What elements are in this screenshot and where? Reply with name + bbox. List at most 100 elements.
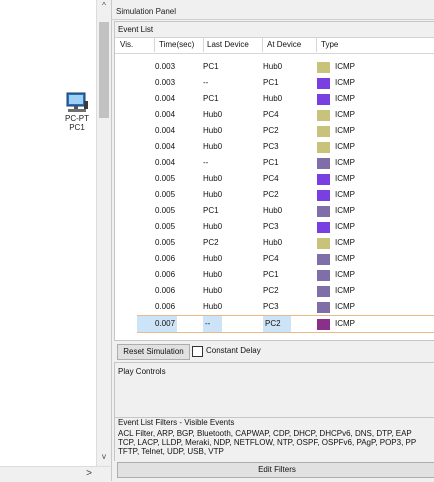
table-row[interactable]: 0.004 PC1 Hub0 ICMP: [137, 91, 434, 107]
checkbox-box[interactable]: [192, 346, 203, 357]
cell-time: 0.003: [155, 78, 176, 87]
table-row[interactable]: 0.003 -- PC1 ICMP: [137, 75, 434, 91]
cell-type: ICMP: [335, 62, 355, 71]
table-row[interactable]: 0.004 Hub0 PC4 ICMP: [137, 107, 434, 123]
cell-type: ICMP: [335, 254, 355, 263]
filters-text-line: ACL Filter, ARP, BGP, Bluetooth, CAPWAP,…: [118, 429, 412, 438]
filters-title: Event List Filters - Visible Events: [118, 418, 235, 427]
table-row[interactable]: 0.005 Hub0 PC4 ICMP: [137, 171, 434, 187]
reset-simulation-button[interactable]: Reset Simulation: [117, 344, 190, 360]
cell-type: ICMP: [335, 126, 355, 135]
workspace-vertical-scrollbar[interactable]: ^ v: [96, 0, 111, 466]
table-row[interactable]: 0.005 PC1 Hub0 ICMP: [137, 203, 434, 219]
workspace-horizontal-scrollbar[interactable]: >: [0, 466, 110, 482]
column-header-type[interactable]: Type: [321, 38, 338, 52]
type-color-swatch: [317, 110, 330, 121]
table-row[interactable]: 0.006 Hub0 PC1 ICMP: [137, 267, 434, 283]
table-row[interactable]: 0.006 Hub0 PC4 ICMP: [137, 251, 434, 267]
cell-last-device: Hub0: [203, 110, 223, 119]
type-color-swatch: [317, 222, 330, 233]
cell-last-device: --: [203, 316, 223, 332]
column-header-last-device[interactable]: Last Device: [207, 38, 249, 52]
column-header-vis[interactable]: Vis.: [120, 38, 133, 52]
table-row[interactable]: 0.004 -- PC1 ICMP: [137, 155, 434, 171]
type-color-swatch: [317, 62, 330, 73]
table-row[interactable]: 0.006 Hub0 PC2 ICMP: [137, 283, 434, 299]
logical-workspace[interactable]: PC-PT PC1: [0, 0, 96, 466]
cell-type: ICMP: [335, 206, 355, 215]
cell-last-device: Hub0: [203, 270, 223, 279]
cell-type: ICMP: [335, 78, 355, 87]
simulation-panel: Simulation Panel Event List Vis. Time(se…: [111, 0, 434, 481]
table-row[interactable]: 0.005 Hub0 PC3 ICMP: [137, 219, 434, 235]
cell-last-device: Hub0: [203, 286, 223, 295]
type-color-swatch: [317, 142, 330, 153]
scrollbar-thumb[interactable]: [99, 22, 109, 118]
cell-last-device: PC1: [203, 62, 219, 71]
type-color-swatch: [317, 286, 330, 297]
cell-at-device: PC3: [263, 222, 279, 231]
scroll-down-arrow-icon[interactable]: v: [97, 452, 111, 461]
cell-at-device: PC1: [263, 78, 279, 87]
column-header-at-device[interactable]: At Device: [267, 38, 301, 52]
cell-at-device: PC1: [263, 158, 279, 167]
cell-last-device: Hub0: [203, 190, 223, 199]
cell-time: 0.006: [155, 302, 176, 311]
event-list: Event List Vis. Time(sec) Last Device At…: [114, 21, 434, 341]
cell-at-device: Hub0: [263, 206, 283, 215]
cell-time: 0.006: [155, 286, 176, 295]
type-color-swatch: [317, 206, 330, 217]
cell-type: ICMP: [335, 302, 355, 311]
device-pc1[interactable]: PC-PT PC1: [57, 92, 97, 132]
cell-time: 0.004: [155, 110, 176, 119]
table-row[interactable]: 0.004 Hub0 PC2 ICMP: [137, 123, 434, 139]
cell-at-device: PC1: [263, 270, 279, 279]
event-list-filters: Event List Filters - Visible Events ACL …: [114, 418, 434, 461]
cell-last-device: --: [203, 158, 209, 167]
cell-time: 0.005: [155, 206, 176, 215]
type-color-swatch: [317, 254, 330, 265]
device-type-label: PC-PT: [65, 114, 89, 123]
divider: [115, 53, 434, 54]
table-row[interactable]: 0.003 PC1 Hub0 ICMP: [137, 59, 434, 75]
cell-type: ICMP: [335, 190, 355, 199]
cell-at-device: PC2: [263, 316, 291, 332]
cell-last-device: --: [203, 78, 209, 87]
cell-time: 0.004: [155, 126, 176, 135]
cell-type: ICMP: [335, 142, 355, 151]
type-color-swatch: [317, 94, 330, 105]
column-header-time[interactable]: Time(sec): [159, 38, 194, 52]
cell-at-device: PC2: [263, 126, 279, 135]
cell-time: 0.004: [155, 94, 176, 103]
divider: [154, 38, 155, 52]
edit-filters-button[interactable]: Edit Filters: [117, 462, 434, 478]
cell-type: ICMP: [335, 174, 355, 183]
cell-last-device: PC2: [203, 238, 219, 247]
cell-type: ICMP: [335, 319, 355, 328]
cell-at-device: PC3: [263, 142, 279, 151]
table-row[interactable]: 0.007 -- PC2 ICMP: [137, 315, 434, 333]
cell-time: 0.007: [137, 316, 178, 332]
type-color-swatch: [317, 302, 330, 313]
cell-type: ICMP: [335, 270, 355, 279]
constant-delay-label: Constant Delay: [206, 346, 261, 355]
table-row[interactable]: 0.004 Hub0 PC3 ICMP: [137, 139, 434, 155]
cell-last-device: Hub0: [203, 142, 223, 151]
pc-icon: [66, 92, 88, 112]
cell-type: ICMP: [335, 286, 355, 295]
cell-type: ICMP: [335, 158, 355, 167]
play-controls-title: Play Controls: [118, 367, 166, 376]
divider: [112, 19, 434, 20]
cell-time: 0.005: [155, 238, 176, 247]
cell-at-device: PC2: [263, 286, 279, 295]
table-row[interactable]: 0.006 Hub0 PC3 ICMP: [137, 299, 434, 315]
cell-at-device: Hub0: [263, 62, 283, 71]
table-row[interactable]: 0.005 Hub0 PC2 ICMP: [137, 187, 434, 203]
scroll-up-arrow-icon[interactable]: ^: [97, 1, 111, 10]
table-row[interactable]: 0.005 PC2 Hub0 ICMP: [137, 235, 434, 251]
event-list-title: Event List: [115, 22, 434, 38]
cell-last-device: Hub0: [203, 222, 223, 231]
filters-text-line: TFTP, Telnet, UDP, USB, VTP: [118, 447, 224, 456]
scroll-right-arrow-icon[interactable]: >: [86, 468, 92, 479]
cell-last-device: PC1: [203, 206, 219, 215]
